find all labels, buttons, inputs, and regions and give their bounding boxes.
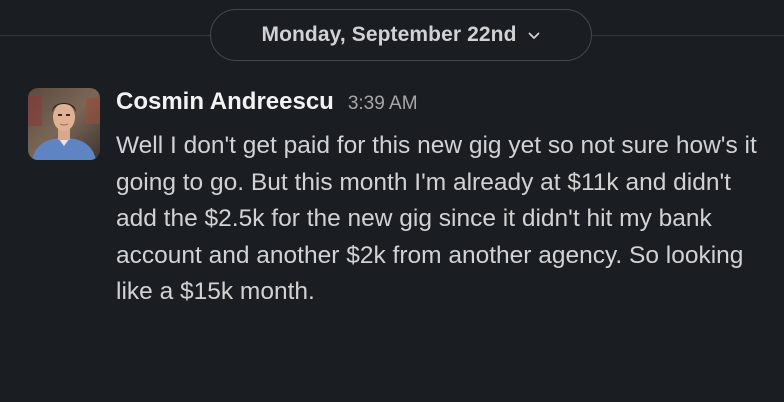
message-item: Cosmin Andreescu 3:39 AM Well I don't ge…	[28, 88, 784, 311]
avatar[interactable]	[28, 88, 100, 160]
author-name[interactable]: Cosmin Andreescu	[116, 88, 334, 116]
date-label: Monday, September 22nd	[261, 23, 517, 46]
date-divider-button[interactable]: Monday, September 22nd	[210, 9, 592, 61]
message-text: Well I don't get paid for this new gig y…	[116, 132, 757, 305]
message-header: Cosmin Andreescu 3:39 AM	[116, 88, 766, 124]
chevron-down-icon	[527, 29, 541, 43]
message-timestamp[interactable]: 3:39 AM	[348, 93, 418, 115]
message-body: Cosmin Andreescu 3:39 AM Well I don't ge…	[116, 88, 766, 311]
message-pane: Monday, September 22nd Cosmin Andreescu …	[0, 0, 784, 402]
user-avatar-photo	[28, 88, 100, 160]
